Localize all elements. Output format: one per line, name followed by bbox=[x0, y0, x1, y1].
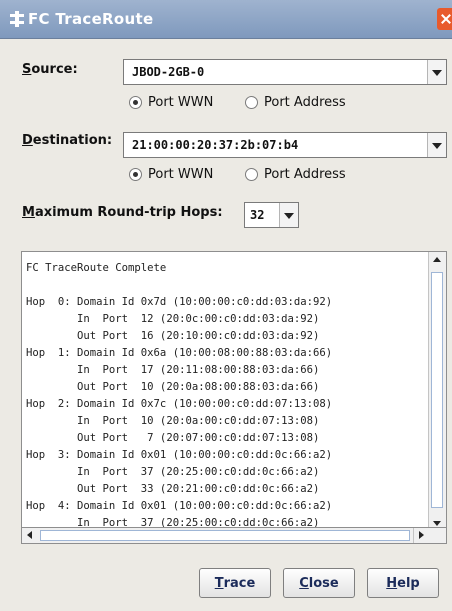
radio-unselected-icon[interactable] bbox=[245, 96, 258, 109]
traceroute-dialog: FC TraceRoute Source: JBOD-2GB-0 Port WW… bbox=[0, 0, 452, 611]
destination-radio-port-address[interactable]: Port Address bbox=[245, 167, 346, 182]
vertical-scrollbar[interactable] bbox=[428, 252, 446, 532]
scroll-right-icon[interactable] bbox=[413, 528, 430, 543]
source-value: JBOD-2GB-0 bbox=[132, 65, 205, 79]
title-bar[interactable]: FC TraceRoute bbox=[0, 0, 452, 39]
source-combobox[interactable]: JBOD-2GB-0 bbox=[123, 59, 447, 85]
scroll-left-icon[interactable] bbox=[22, 528, 38, 543]
destination-radio-port-wwn[interactable]: Port WWN bbox=[129, 167, 213, 182]
source-label: Source: bbox=[22, 62, 78, 77]
app-icon bbox=[10, 11, 24, 27]
help-button[interactable]: Help bbox=[367, 568, 439, 598]
max-hops-value: 32 bbox=[250, 208, 265, 222]
close-button[interactable]: Close bbox=[283, 568, 355, 598]
max-hops-label: Maximum Round-trip Hops: bbox=[22, 205, 223, 220]
scroll-up-icon[interactable] bbox=[429, 252, 446, 268]
source-radio-port-address[interactable]: Port Address bbox=[245, 95, 346, 110]
window-title: FC TraceRoute bbox=[28, 10, 154, 28]
chevron-down-icon[interactable] bbox=[427, 60, 446, 84]
scroll-thumb[interactable] bbox=[431, 272, 443, 508]
output-text: FC TraceRoute Complete Hop 0: Domain Id … bbox=[26, 262, 333, 529]
chevron-down-icon[interactable] bbox=[427, 133, 446, 157]
source-radio-port-wwn[interactable]: Port WWN bbox=[129, 95, 213, 110]
radio-unselected-icon[interactable] bbox=[245, 168, 258, 181]
radio-selected-icon[interactable] bbox=[129, 96, 142, 109]
trace-button[interactable]: Trace bbox=[199, 568, 271, 598]
scroll-thumb[interactable] bbox=[40, 530, 410, 541]
horizontal-scrollbar[interactable] bbox=[21, 527, 447, 544]
traceroute-output[interactable]: FC TraceRoute Complete Hop 0: Domain Id … bbox=[21, 251, 447, 533]
destination-combobox[interactable]: 21:00:00:20:37:2b:07:b4 bbox=[123, 132, 447, 158]
chevron-down-icon[interactable] bbox=[279, 203, 298, 227]
max-hops-combobox[interactable]: 32 bbox=[244, 202, 299, 228]
radio-selected-icon[interactable] bbox=[129, 168, 142, 181]
destination-value: 21:00:00:20:37:2b:07:b4 bbox=[132, 138, 299, 152]
close-window-icon[interactable] bbox=[437, 8, 452, 30]
destination-label: Destination: bbox=[22, 133, 113, 148]
